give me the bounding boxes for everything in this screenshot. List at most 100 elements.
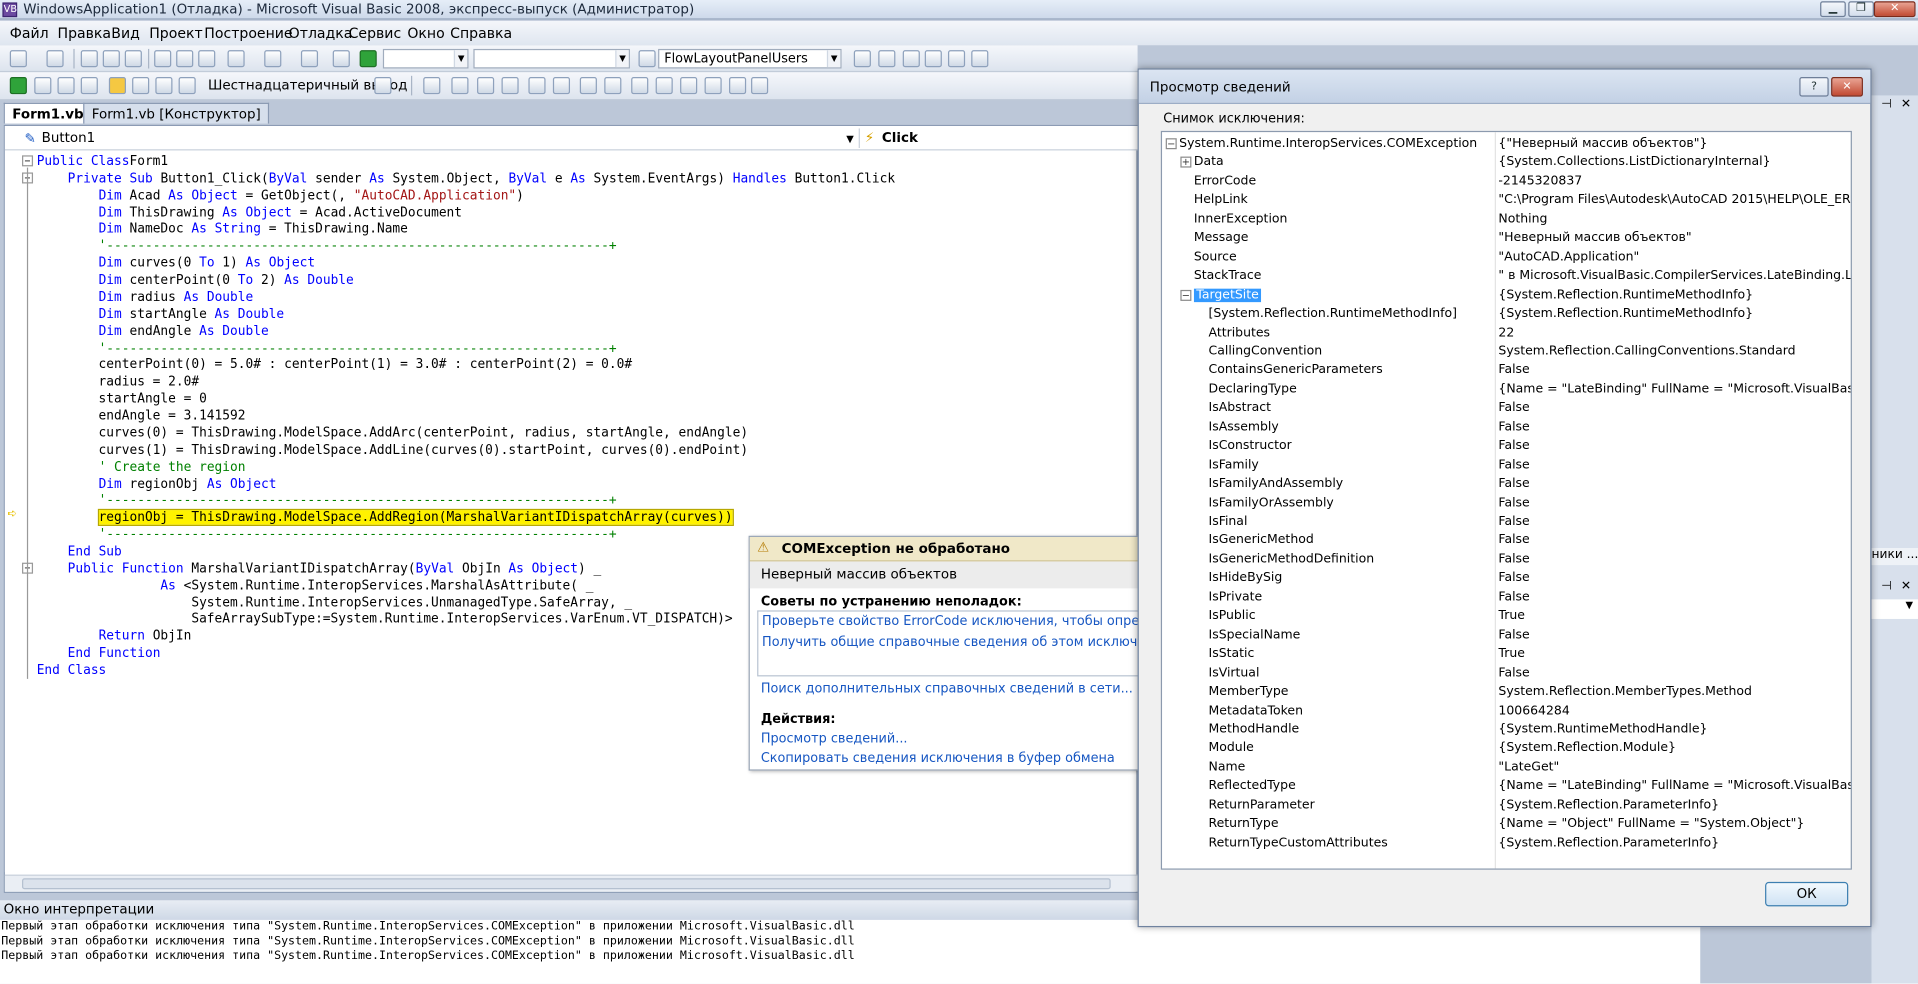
clear-bookmarks-icon[interactable]: [704, 77, 722, 95]
layout-icon[interactable]: [451, 77, 469, 95]
tree-row[interactable]: − TargetSite {System.Reflection.RuntimeMet…: [1162, 286, 1851, 305]
open-icon[interactable]: [80, 50, 98, 68]
side-panel-dropdown[interactable]: ▼: [1871, 599, 1918, 619]
collapse-icon[interactable]: −: [1165, 138, 1177, 150]
menu-item-8[interactable]: Справка: [450, 24, 512, 41]
tree-row[interactable]: IsFamilyAndAssembly False: [1162, 475, 1851, 494]
step-over-icon[interactable]: [155, 77, 173, 95]
tab-form1-code[interactable]: Form1.vb: [3, 102, 93, 124]
menu-item-0[interactable]: Файл: [10, 24, 49, 41]
comment-icon[interactable]: [579, 77, 597, 95]
more-bookmarks-icon[interactable]: [751, 77, 769, 95]
search-online-link[interactable]: Поиск дополнительных справочных сведений…: [761, 681, 1133, 696]
view-details-link[interactable]: Просмотр сведений...: [761, 731, 908, 746]
uncomment-icon[interactable]: [604, 77, 622, 95]
menu-item-7[interactable]: Окно: [407, 24, 444, 41]
copy-exception-link[interactable]: Скопировать сведения исключения в буфер …: [761, 751, 1115, 766]
menu-item-1[interactable]: Правка: [57, 24, 111, 41]
tree-row[interactable]: CallingConvention System.Reflection.Calli…: [1162, 342, 1851, 361]
tree-row[interactable]: IsFamilyOrAssembly False: [1162, 494, 1851, 513]
tree-row[interactable]: IsAbstract False: [1162, 399, 1851, 418]
tree-row[interactable]: IsVirtual False: [1162, 664, 1851, 683]
pin-icon[interactable]: ⊣: [1881, 98, 1892, 111]
close-button[interactable]: ✕: [1873, 1, 1916, 18]
windows-menu-icon[interactable]: [374, 77, 392, 95]
tree-row[interactable]: IsPublic True: [1162, 607, 1851, 626]
step-out-icon[interactable]: [178, 77, 196, 95]
continue-icon[interactable]: [9, 77, 27, 95]
dialog-close-button[interactable]: ✕: [1831, 77, 1863, 97]
tree-row[interactable]: IsSpecialName False: [1162, 626, 1851, 645]
start-debug-icon[interactable]: [359, 50, 377, 68]
menu-item-6[interactable]: Сервис: [349, 24, 402, 41]
tree-row[interactable]: − System.Runtime.InteropServices.COMExcep…: [1162, 135, 1851, 154]
cut-icon[interactable]: [154, 50, 172, 68]
tree-row[interactable]: ReturnParameter {System.Reflection.Parame…: [1162, 796, 1851, 815]
restart-icon[interactable]: [80, 77, 98, 95]
tree-row[interactable]: IsAssembly False: [1162, 418, 1851, 437]
tree-row[interactable]: MethodHandle {System.RuntimeMethodHandle}: [1162, 720, 1851, 739]
tree-row[interactable]: Message "Неверный массив объектов": [1162, 229, 1851, 248]
collapse-toggle-icon[interactable]: −: [22, 155, 34, 167]
event-dropdown[interactable]: ⚡ Click: [858, 128, 1138, 149]
tree-row[interactable]: InnerException Nothing: [1162, 210, 1851, 229]
tip-general-link[interactable]: Получить общие справочные сведения об эт…: [762, 635, 1174, 650]
menu-item-5[interactable]: Отладка: [289, 24, 353, 41]
menu-item-2[interactable]: Вид: [111, 24, 140, 41]
prev-bookmark-icon[interactable]: [680, 77, 698, 95]
toolbox-icon[interactable]: [924, 50, 942, 68]
panel-close-icon[interactable]: ✕: [1901, 580, 1911, 593]
properties-icon[interactable]: [878, 50, 896, 68]
tree-row[interactable]: Module {System.Reflection.Module}: [1162, 739, 1851, 758]
code-editor[interactable]: ✎ Button1 ▼ ⚡ Click Public ClassForm1 Pr…: [3, 124, 1139, 893]
tree-row[interactable]: ErrorCode -2145320837: [1162, 172, 1851, 191]
minimize-button[interactable]: ▁: [1820, 1, 1846, 18]
next-bookmark-icon[interactable]: [655, 77, 673, 95]
help-button[interactable]: ?: [1799, 77, 1829, 97]
tree-row[interactable]: Name "LateGet": [1162, 758, 1851, 777]
more-tools-icon[interactable]: [971, 50, 989, 68]
tree-row[interactable]: IsConstructor False: [1162, 437, 1851, 456]
object-dropdown[interactable]: ✎ Button1 ▼: [7, 128, 853, 148]
copy-icon[interactable]: [176, 50, 194, 68]
navigate-icon[interactable]: [300, 50, 319, 68]
solution-explorer-icon[interactable]: [853, 50, 871, 68]
config-combo[interactable]: ▼: [382, 48, 469, 69]
tab-form1-designer[interactable]: Form1.vb [Конструктор]: [83, 102, 270, 124]
tree-row[interactable]: ReturnType {Name = "Object" FullName = "S…: [1162, 815, 1851, 834]
tree-row[interactable]: IsStatic True: [1162, 645, 1851, 664]
step-into-icon[interactable]: [132, 77, 150, 95]
object-browser-icon[interactable]: [902, 50, 920, 68]
tree-row[interactable]: ReturnTypeCustomAttributes {System.Reflec…: [1162, 834, 1851, 853]
panel-close-icon[interactable]: ✕: [1901, 98, 1911, 111]
tree-row[interactable]: [System.Reflection.RuntimeMethodInfo] {Sy…: [1162, 305, 1851, 324]
platform-combo[interactable]: ▼: [473, 48, 630, 69]
expand-icon[interactable]: +: [1180, 157, 1192, 169]
pointer-icon[interactable]: [477, 77, 495, 95]
tree-row[interactable]: IsHideBySig False: [1162, 569, 1851, 588]
scroll-thumb[interactable]: [22, 878, 1111, 890]
tree-row[interactable]: ReflectedType {Name = "LateBinding" FullN…: [1162, 777, 1851, 796]
tree-row[interactable]: MemberType System.Reflection.MemberTypes.…: [1162, 683, 1851, 702]
stop-debug-icon[interactable]: [57, 77, 75, 95]
horizontal-scrollbar[interactable]: [4, 874, 1139, 892]
immediate-window[interactable]: Первый этап обработки исключения типа "S…: [0, 919, 1701, 984]
undo-icon[interactable]: [227, 50, 245, 68]
tree-row[interactable]: IsFamily False: [1162, 456, 1851, 475]
new-project-icon[interactable]: [9, 50, 27, 68]
folder-bookmark-icon[interactable]: [729, 77, 747, 95]
break-all-icon[interactable]: [34, 77, 52, 95]
tree-row[interactable]: IsGenericMethod False: [1162, 531, 1851, 550]
add-item-icon[interactable]: [46, 50, 64, 68]
object-combo[interactable]: FlowLayoutPanelUsers ▼: [658, 48, 842, 69]
exception-tree[interactable]: − System.Runtime.InteropServices.COMExcep…: [1160, 130, 1852, 870]
indent-icon[interactable]: [528, 77, 546, 95]
format-icon[interactable]: [501, 77, 519, 95]
tree-row[interactable]: Attributes 22: [1162, 324, 1851, 343]
tree-row[interactable]: MetadataToken 100664284: [1162, 702, 1851, 721]
tree-row[interactable]: HelpLink "C:\Program Files\Autodesk\AutoC…: [1162, 191, 1851, 210]
start-page-icon[interactable]: [947, 50, 966, 68]
bookmark-icon[interactable]: [631, 77, 649, 95]
collapse-icon[interactable]: −: [1180, 289, 1192, 301]
tree-row[interactable]: IsFinal False: [1162, 513, 1851, 532]
